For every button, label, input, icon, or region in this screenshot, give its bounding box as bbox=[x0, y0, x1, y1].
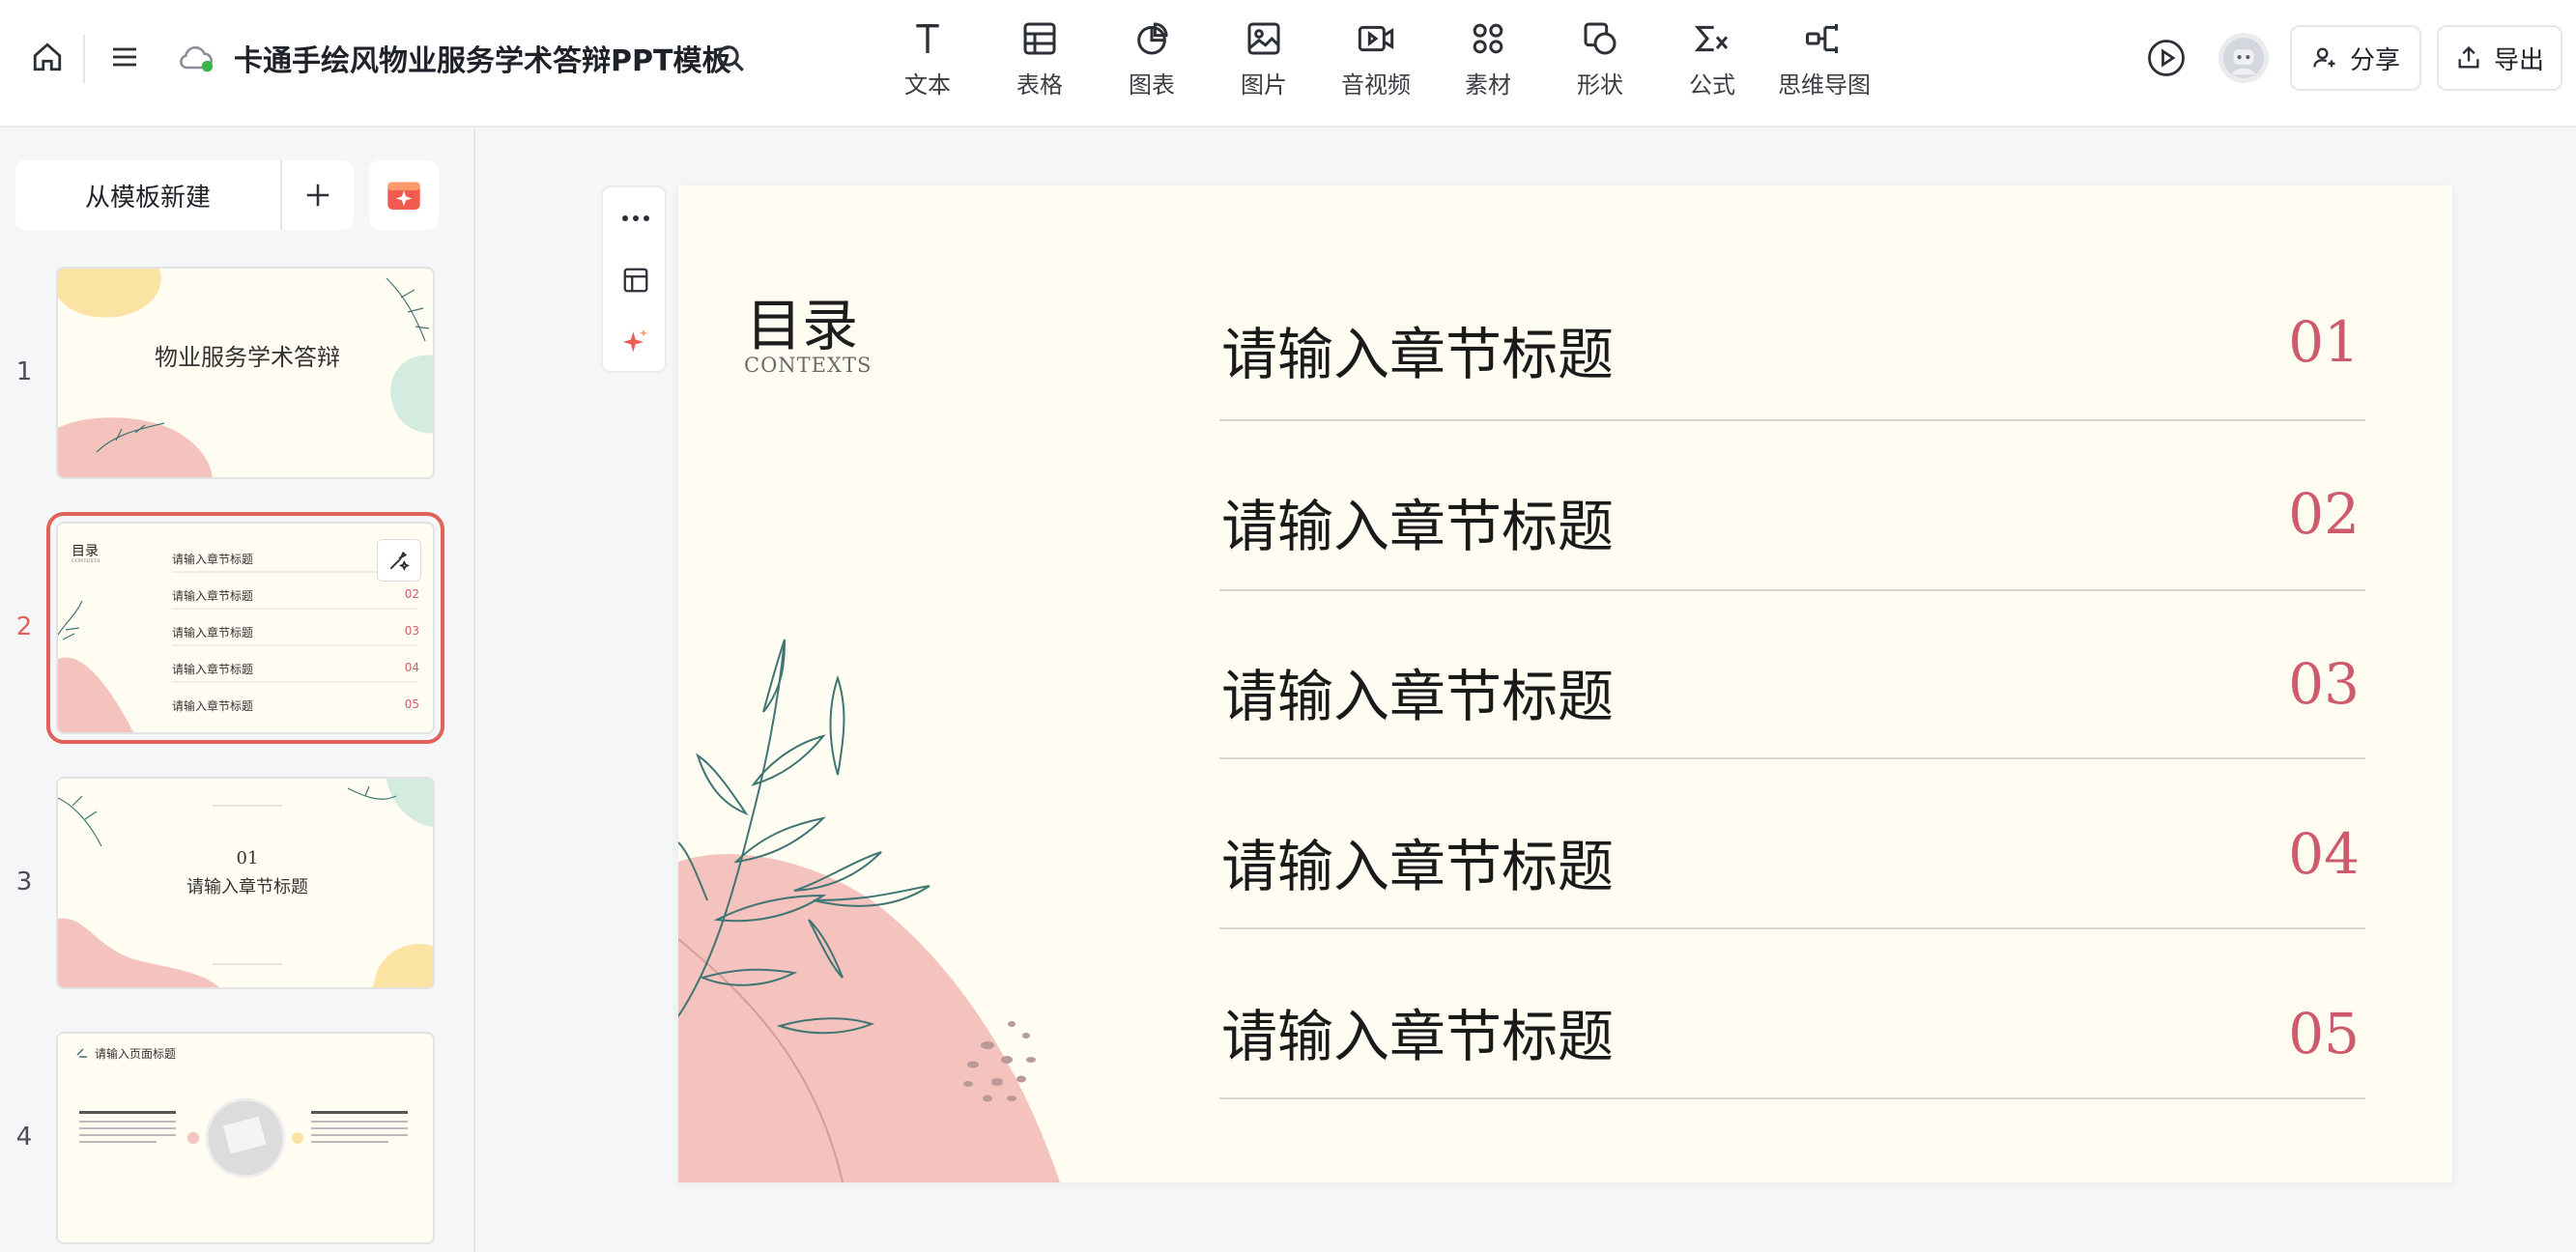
slide-2-item: 请输入章节标题 bbox=[172, 626, 254, 640]
slide-2-item: 请输入章节标题 bbox=[172, 553, 254, 566]
menu-icon[interactable] bbox=[102, 35, 147, 79]
slide-2-title: 目录 bbox=[72, 544, 99, 559]
slide-2-num: 04 bbox=[404, 661, 419, 674]
search-icon[interactable] bbox=[709, 37, 752, 79]
home-icon[interactable] bbox=[25, 35, 70, 79]
image-icon bbox=[1247, 22, 1280, 55]
text-icon bbox=[916, 24, 939, 53]
slide-1-title: 物业服务学术答辩 bbox=[155, 344, 340, 371]
chapter-title[interactable]: 请输入章节标题 bbox=[1221, 651, 1614, 732]
slide-2-item: 请输入章节标题 bbox=[172, 663, 254, 676]
tool-table[interactable]: 表格 bbox=[987, 19, 1093, 108]
tool-mindmap[interactable]: 思维导图 bbox=[1771, 19, 1877, 108]
slide-ai-beautify-button[interactable] bbox=[377, 539, 421, 582]
mindmap-icon bbox=[1806, 24, 1838, 53]
tool-table-label: 表格 bbox=[1016, 71, 1063, 99]
tool-video[interactable]: 音视频 bbox=[1323, 19, 1429, 108]
slide-thumbnail-3[interactable]: 01 请输入章节标题 bbox=[56, 777, 435, 989]
slide-number: 4 bbox=[15, 1123, 33, 1152]
slide-3-number: 01 bbox=[236, 848, 259, 868]
export-label: 导出 bbox=[2493, 45, 2544, 75]
tool-assets[interactable]: 素材 bbox=[1435, 19, 1541, 108]
chapter-title[interactable]: 请输入章节标题 bbox=[1221, 821, 1614, 902]
new-from-template-button[interactable]: 从模板新建 bbox=[15, 160, 282, 230]
assets-icon bbox=[1473, 23, 1503, 54]
export-icon bbox=[2458, 45, 2479, 69]
video-icon bbox=[1358, 25, 1394, 52]
table-icon bbox=[1023, 22, 1056, 55]
formula-icon bbox=[1694, 25, 1729, 52]
ai-sparkle-icon bbox=[387, 182, 420, 210]
tool-video-label: 音视频 bbox=[1341, 71, 1411, 99]
slide-canvas[interactable]: 目录 CONTEXTS 请输入章节标题 01 请输入章节标题 02 请输入章节标… bbox=[678, 185, 2452, 1182]
tool-text[interactable]: 文本 bbox=[874, 19, 981, 108]
toolbar-divider bbox=[83, 35, 85, 83]
slide-panel: 从模板新建 1 物业服务学术答辩 2 目录 CONTEXTS 请输入章节标题 请… bbox=[0, 129, 475, 1252]
tool-mindmap-label: 思维导图 bbox=[1778, 71, 1871, 99]
new-from-template-group: 从模板新建 bbox=[15, 160, 354, 230]
slide-2-num: 05 bbox=[404, 697, 419, 711]
tool-formula-label: 公式 bbox=[1689, 71, 1735, 99]
tool-chart[interactable]: 图表 bbox=[1099, 19, 1205, 108]
cloud-saved-icon bbox=[174, 39, 218, 77]
magic-brush-icon bbox=[389, 551, 410, 571]
chapter-number[interactable]: 04 bbox=[2288, 821, 2360, 887]
shape-icon bbox=[1584, 22, 1617, 55]
chapter-divider bbox=[1219, 757, 2365, 759]
slide-number-active: 2 bbox=[15, 612, 33, 641]
slide-2-num: 02 bbox=[404, 587, 419, 601]
chapter-title[interactable]: 请输入章节标题 bbox=[1221, 991, 1614, 1072]
slide-1-decoration bbox=[58, 269, 433, 477]
add-slide-button[interactable] bbox=[282, 160, 354, 230]
tool-shape[interactable]: 形状 bbox=[1547, 19, 1653, 108]
slide-thumbnail-2[interactable]: 目录 CONTEXTS 请输入章节标题 请输入章节标题 请输入章节标题 请输入章… bbox=[46, 512, 444, 744]
tool-shape-label: 形状 bbox=[1577, 71, 1623, 99]
chapter-divider bbox=[1219, 927, 2365, 929]
slide-floating-toolbar bbox=[601, 185, 667, 373]
slide-4-decoration bbox=[76, 1048, 408, 1179]
export-button[interactable]: 导出 bbox=[2437, 25, 2562, 91]
layout-icon[interactable] bbox=[603, 249, 669, 311]
chapter-title[interactable]: 请输入章节标题 bbox=[1221, 481, 1614, 562]
play-slideshow-icon[interactable] bbox=[2145, 37, 2188, 79]
slide-2-item: 请输入章节标题 bbox=[172, 699, 254, 713]
more-options-icon[interactable] bbox=[603, 187, 669, 249]
toc-heading[interactable]: 目录 bbox=[746, 280, 858, 361]
slide-2-subtitle: CONTEXTS bbox=[72, 558, 100, 564]
chapter-title[interactable]: 请输入章节标题 bbox=[1221, 309, 1614, 390]
slide-number: 1 bbox=[15, 357, 33, 386]
chapter-divider bbox=[1219, 419, 2365, 421]
chapter-divider bbox=[1219, 1097, 2365, 1099]
slide-4-title: 请输入页面标题 bbox=[95, 1047, 177, 1061]
tool-image-label: 图片 bbox=[1241, 71, 1287, 99]
chapter-number[interactable]: 02 bbox=[2288, 481, 2360, 547]
tool-formula[interactable]: 公式 bbox=[1659, 19, 1765, 108]
plus-icon bbox=[306, 184, 329, 207]
document-title[interactable]: 卡通手绘风物业服务学术答辩PPT模板 bbox=[234, 37, 730, 79]
chart-icon bbox=[1137, 22, 1168, 55]
chapter-divider bbox=[1219, 589, 2365, 591]
slide-thumbnail-4[interactable]: 请输入页面标题 bbox=[56, 1032, 435, 1244]
chapter-number[interactable]: 01 bbox=[2288, 309, 2360, 375]
share-label: 分享 bbox=[2349, 45, 2400, 75]
slide-2-num: 03 bbox=[404, 624, 419, 638]
ai-sparkle-icon[interactable] bbox=[603, 311, 669, 373]
add-user-icon bbox=[2313, 47, 2335, 68]
slide-2-item: 请输入章节标题 bbox=[172, 589, 254, 603]
tool-assets-label: 素材 bbox=[1465, 71, 1511, 99]
tool-text-label: 文本 bbox=[904, 71, 951, 99]
tool-chart-label: 图表 bbox=[1129, 71, 1175, 99]
toc-subheading[interactable]: CONTEXTS bbox=[744, 354, 872, 377]
ai-generate-button[interactable] bbox=[369, 160, 439, 230]
chapter-number[interactable]: 03 bbox=[2288, 651, 2360, 717]
avatar[interactable] bbox=[2218, 33, 2269, 83]
top-toolbar: 卡通手绘风物业服务学术答辩PPT模板 文本 表格 图表 图片 音视频 素材 形状… bbox=[0, 0, 2576, 128]
share-button[interactable]: 分享 bbox=[2290, 25, 2421, 91]
chapter-number[interactable]: 05 bbox=[2288, 1001, 2360, 1067]
slide-number: 3 bbox=[15, 868, 33, 896]
tool-image[interactable]: 图片 bbox=[1211, 19, 1317, 108]
slide-3-title: 请输入章节标题 bbox=[186, 877, 308, 897]
slide-thumbnail-1[interactable]: 物业服务学术答辩 bbox=[56, 267, 435, 479]
